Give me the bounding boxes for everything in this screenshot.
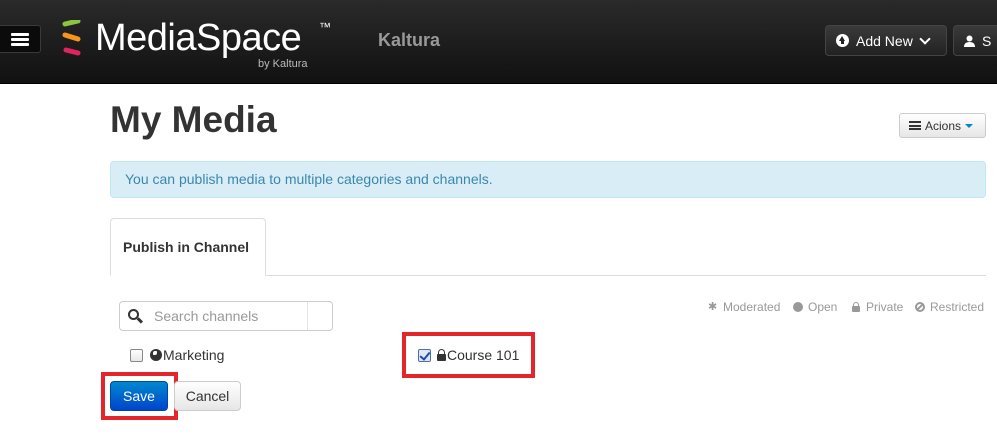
mediaspace-logo-icon [62,20,81,56]
legend-label: Restricted [930,300,985,314]
globe-icon [150,349,162,361]
legend-label: Open [808,300,838,314]
user-menu-button[interactable]: S [953,25,997,56]
info-alert: You can publish media to multiple catego… [110,161,986,198]
channel-name: Marketing [163,347,225,363]
highlight-box-course-101 [402,332,535,378]
page-title: My Media [110,99,277,140]
legend-private: Private [851,300,903,314]
hamburger-icon[interactable] [0,25,41,53]
legend-open: Open [793,300,837,314]
chevron-down-icon [919,32,931,45]
actions-dropdown-button[interactable]: Acions [899,113,986,138]
channel-checkbox-marketing[interactable] [130,349,143,362]
legend-moderated: ✱ Moderated [708,300,780,314]
globe-icon [793,302,803,312]
top-navbar: MediaSpace ™ by Kaltura Kaltura Add New … [0,0,997,84]
actions-label: Acions [925,118,962,133]
logo-text[interactable]: MediaSpace [95,16,302,60]
brand-name: Kaltura [378,30,441,50]
search-input[interactable] [146,305,328,327]
highlight-box-save [101,372,178,420]
channel-search-box [119,301,333,331]
logo-subtitle: by Kaltura [258,58,308,70]
trademark: ™ [319,20,331,34]
asterisk-icon: ✱ [708,301,718,313]
legend-restricted: Restricted [915,300,984,314]
legend-label: Private [866,300,904,314]
user-menu-label: S [982,32,992,49]
upload-circle-icon [836,34,849,47]
add-new-button[interactable]: Add New [825,25,947,56]
search-divider [307,302,308,330]
caret-down-icon [965,123,974,128]
channel-label-marketing: Marketing [150,347,224,363]
add-new-label: Add New [856,32,913,49]
ban-icon [915,302,925,312]
legend-label: Moderated [723,300,781,314]
user-icon [964,35,975,47]
list-icon [909,121,921,130]
lock-icon [851,302,861,312]
tab-publish-in-channel[interactable]: Publish in Channel [110,218,266,276]
cancel-button[interactable]: Cancel [174,381,241,411]
